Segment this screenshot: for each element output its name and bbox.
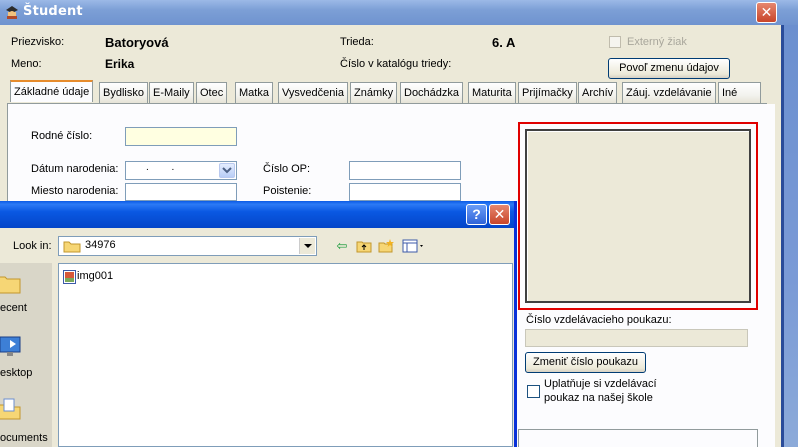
tab-matka[interactable]: Matka (235, 82, 273, 103)
place-recent-label[interactable]: ecent (0, 302, 27, 314)
voucher-number-field (525, 329, 748, 347)
view-menu-icon[interactable] (402, 238, 426, 254)
name-label: Meno: (11, 58, 42, 70)
tab-otec[interactable]: Otec (196, 82, 228, 103)
birth-date-label: Dátum narodenia: (31, 163, 119, 175)
folder-icon (63, 241, 81, 253)
tab-vysvedcenia[interactable]: Vysvedčenia (278, 82, 348, 103)
look-in-combo[interactable]: 34976 (58, 236, 317, 256)
photo-highlight-frame (518, 122, 758, 310)
surname-label: Priezvisko: (11, 36, 65, 48)
tab-zauj-vzdelavanie[interactable]: Záuj. vzdelávanie (622, 82, 716, 103)
window-title: Študent (23, 4, 83, 19)
change-voucher-button[interactable]: Zmeniť číslo poukazu (525, 352, 646, 373)
allow-change-button[interactable]: Povoľ zmenu údajov (608, 58, 730, 79)
look-in-label: Look in: (13, 240, 52, 252)
tab-archiv[interactable]: Archív (578, 82, 618, 103)
recent-folder-icon[interactable] (0, 273, 22, 295)
insurance-label: Poistenie: (263, 185, 312, 197)
applies-voucher-label-line2: poukaz na našej škole (544, 392, 653, 404)
birth-number-input[interactable] (125, 127, 237, 146)
place-desktop-label[interactable]: esktop (0, 367, 32, 379)
desktop-edge-strip (781, 25, 784, 447)
look-in-value: 34976 (85, 239, 116, 251)
tab-e-maily[interactable]: E-Maily (149, 82, 194, 103)
chevron-down-icon[interactable] (219, 163, 235, 178)
birth-date-picker[interactable]: . . (125, 161, 237, 180)
birthplace-label: Miesto narodenia: (31, 185, 119, 197)
birth-number-label: Rodné číslo: (31, 130, 93, 142)
id-card-label: Číslo OP: (263, 163, 311, 175)
desktop-edge (781, 25, 798, 447)
place-documents-label[interactable]: ocuments (0, 432, 48, 444)
name-value: Erika (105, 57, 135, 71)
insurance-input[interactable] (349, 183, 461, 201)
external-student-label: Externý žiak (627, 36, 687, 48)
tab-ine[interactable]: Iné (718, 82, 761, 103)
tab-maturita[interactable]: Maturita (468, 82, 516, 103)
window-close-button[interactable]: ✕ (756, 2, 777, 23)
student-photo[interactable] (525, 129, 751, 303)
voucher-number-label: Číslo vzdelávacieho poukazu: (526, 314, 672, 326)
new-folder-icon[interactable] (378, 238, 394, 254)
back-arrow-icon[interactable]: ⇦ (334, 238, 350, 254)
up-folder-icon[interactable] (356, 238, 372, 254)
tab-bydlisko[interactable]: Bydlisko (99, 82, 148, 103)
desktop-icon[interactable] (0, 335, 24, 359)
file-list[interactable]: img001 (58, 263, 513, 447)
applies-voucher-label-line1: Uplatňuje si vzdelávací (544, 378, 657, 390)
surname-value: Batoryová (105, 35, 169, 50)
file-name: img001 (77, 270, 114, 282)
app-titlebar: Študent ✕ (0, 0, 798, 25)
bottom-group-box (518, 429, 758, 447)
dialog-titlebar: ? ✕ (0, 201, 514, 228)
class-label: Trieda: (340, 36, 374, 48)
help-button[interactable]: ? (466, 204, 487, 225)
tab-zakladne-udaje[interactable]: Základné údaje (10, 80, 94, 102)
external-student-checkbox[interactable] (609, 36, 621, 48)
applies-voucher-checkbox[interactable] (527, 385, 540, 398)
documents-icon[interactable] (0, 397, 22, 421)
tab-znamky[interactable]: Známky (350, 82, 398, 103)
id-card-input[interactable] (349, 161, 461, 180)
student-app-icon (6, 6, 18, 19)
places-bar: ecent esktop ocuments (0, 263, 52, 447)
tab-dochadzka[interactable]: Dochádzka (400, 82, 464, 103)
birthplace-input[interactable] (125, 183, 237, 201)
image-file-icon (63, 270, 76, 284)
tab-prijimacky[interactable]: Prijímačky (518, 82, 577, 103)
birth-date-value: . . (146, 162, 185, 173)
look-in-chevron-down-icon[interactable] (299, 238, 315, 254)
dialog-close-button[interactable]: ✕ (489, 204, 510, 225)
class-value: 6. A (492, 35, 516, 50)
catalog-number-label: Číslo v katalógu triedy: (340, 58, 452, 70)
